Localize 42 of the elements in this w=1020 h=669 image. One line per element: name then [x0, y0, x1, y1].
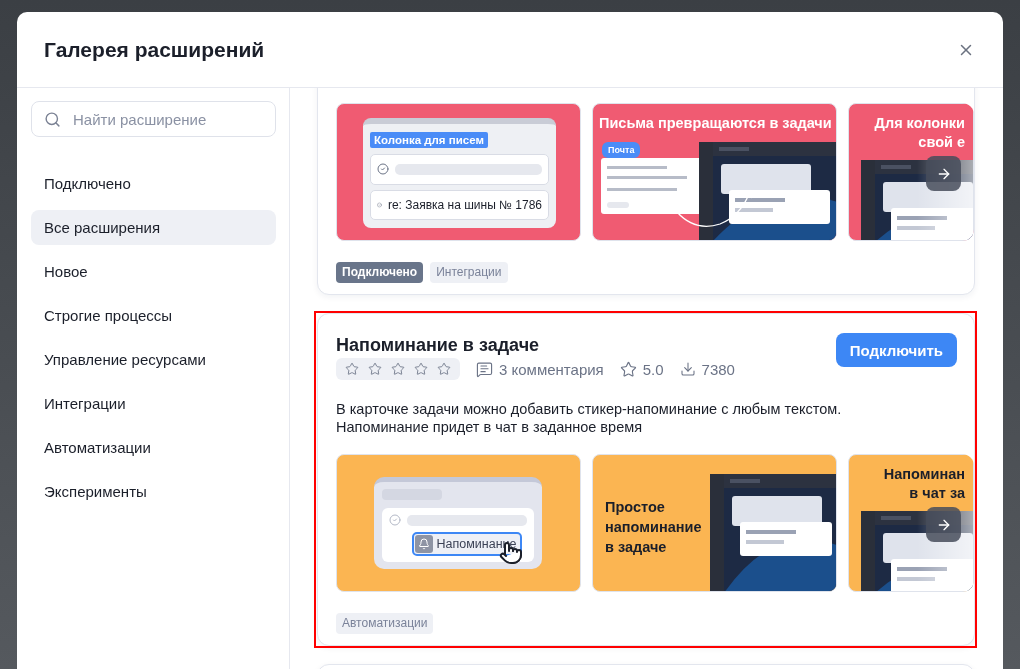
- star-icon[interactable]: [368, 362, 382, 376]
- sidebar-item[interactable]: Подключено: [31, 166, 276, 201]
- comment-icon: [476, 360, 493, 378]
- reminder-chip: Напоминание: [411, 532, 523, 556]
- category-tag: Интеграции: [430, 262, 508, 283]
- sidebar-item[interactable]: Автоматизации: [31, 430, 276, 465]
- next-slide-button[interactable]: [926, 156, 961, 191]
- category-tag: Автоматизации: [336, 613, 434, 634]
- column-label: Колонка для писем: [370, 132, 488, 148]
- search-icon: [44, 110, 61, 128]
- search-input[interactable]: Найти расширение: [71, 109, 263, 129]
- category-tag: Подключено: [336, 262, 424, 283]
- star-icon: [619, 360, 637, 378]
- slide-title: Для колонки свой е: [873, 114, 965, 152]
- rating-value: 5.0: [642, 360, 664, 378]
- check-circle-icon: [389, 514, 401, 526]
- sidebar-item[interactable]: Строгие процессы: [31, 298, 276, 333]
- slide-title: Напоминан в чат за: [882, 465, 965, 503]
- extension-description: В карточке задачи можно добавить стикер-напоминание с любым текстом. Напоминание придет в чат в заданное время: [336, 400, 843, 436]
- task-title: re: Заявка на шины № 1786: [387, 197, 542, 212]
- sidebar-item[interactable]: Все расширения: [31, 210, 276, 245]
- download-icon: [679, 361, 696, 377]
- search-field[interactable]: Найти расширение: [31, 101, 276, 137]
- install-count: 7380: [701, 360, 735, 378]
- sidebar-item[interactable]: Интеграции: [31, 386, 276, 421]
- bell-icon: [414, 535, 433, 553]
- sidebar-item[interactable]: Управление ресурсами: [31, 342, 276, 377]
- next-slide-button[interactable]: [926, 507, 961, 542]
- mail-badge: Почта: [602, 142, 641, 158]
- connect-button[interactable]: Подключить: [835, 333, 957, 367]
- dialog-title: Галерея расширений: [44, 37, 265, 62]
- sidebar-item[interactable]: Новое: [31, 254, 276, 289]
- star-rating[interactable]: [336, 358, 460, 380]
- star-icon[interactable]: [437, 362, 451, 376]
- extension-title: Напоминание в задаче: [336, 335, 540, 356]
- slide-caption: Простое напоминание в задаче: [605, 498, 702, 557]
- star-icon[interactable]: [414, 362, 428, 376]
- sidebar-item[interactable]: Эксперименты: [31, 474, 276, 509]
- comments-count: 3 комментария: [499, 360, 604, 378]
- check-circle-icon: [377, 163, 389, 176]
- star-icon[interactable]: [345, 362, 359, 376]
- star-icon[interactable]: [391, 362, 405, 376]
